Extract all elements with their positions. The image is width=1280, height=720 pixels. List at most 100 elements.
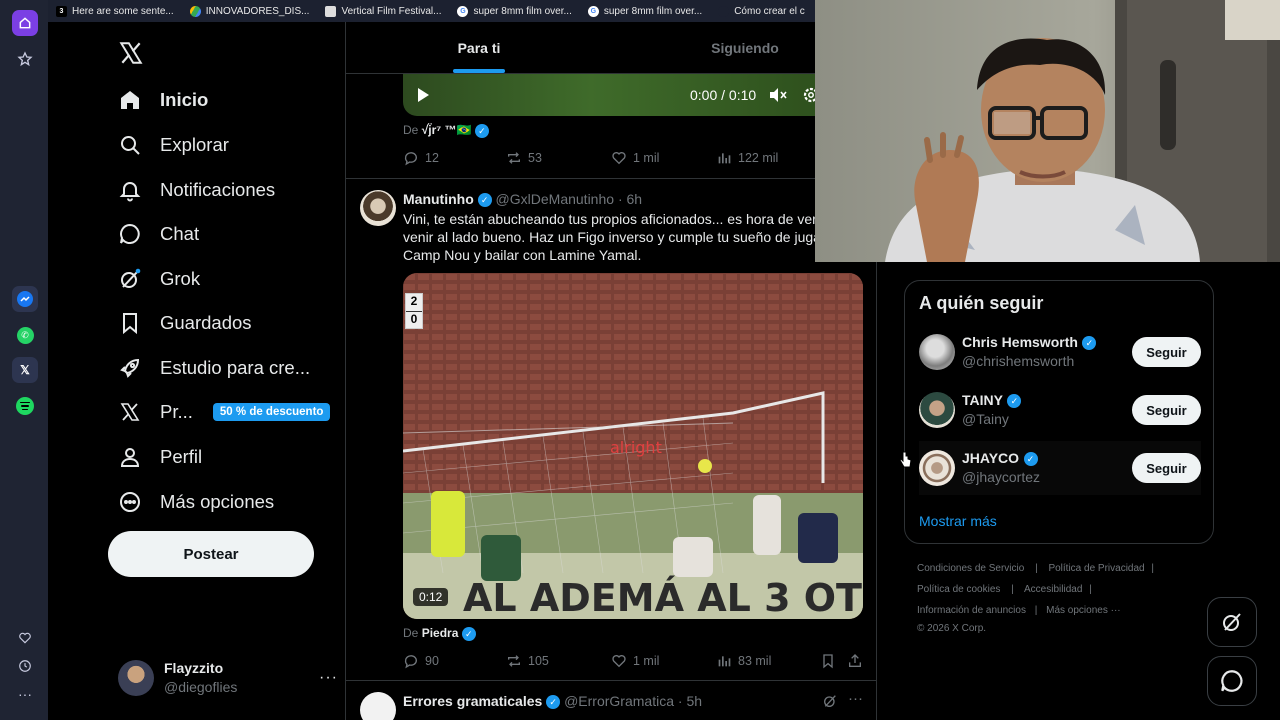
follow-button[interactable]: Seguir: [1132, 453, 1201, 483]
views-button[interactable]: 122 mil: [716, 150, 778, 166]
avatar[interactable]: [360, 190, 396, 226]
nav-item-estudio[interactable]: Estudio para cre...: [118, 353, 310, 383]
follow-button[interactable]: Seguir: [1132, 395, 1201, 425]
nav-item-chat[interactable]: Chat: [118, 219, 199, 249]
bookmark-icon[interactable]: [820, 653, 836, 669]
heart-icon: [612, 655, 626, 668]
post-text-line: Camp Nou y bailar con Lamine Yamal.: [403, 247, 642, 263]
show-more-link[interactable]: Mostrar más: [919, 513, 997, 529]
browser-tab[interactable]: Vertical Film Festival...: [317, 0, 449, 22]
post-actions: 90 105 1 mil 83 mil: [403, 653, 863, 669]
author-handle[interactable]: @ErrorGramatica: [564, 693, 674, 709]
footer-link[interactable]: Política de cookies: [917, 584, 1000, 595]
footer-link[interactable]: Información de anuncios: [917, 605, 1026, 616]
copyright: © 2026 X Corp.: [917, 623, 987, 634]
reply-button[interactable]: 90: [403, 653, 439, 669]
chat-icon: [120, 223, 140, 244]
like-button[interactable]: 1 mil: [611, 653, 659, 669]
post-video-player[interactable]: 0:00 / 0:10: [403, 74, 873, 116]
avatar[interactable]: [360, 692, 396, 720]
post-time[interactable]: · 5h: [678, 693, 702, 709]
tab-label: Siguiendo: [711, 39, 779, 56]
footer-link[interactable]: Accesibilidad: [1024, 584, 1082, 595]
footer-link[interactable]: Condiciones de Servicio: [917, 563, 1024, 574]
avatar: [919, 334, 955, 370]
suggestion-item[interactable]: JHAYCO ✓ @jhaycortez Seguir: [919, 441, 1201, 495]
repost-button[interactable]: 53: [506, 150, 542, 166]
nav-item-inicio[interactable]: Inicio: [118, 85, 208, 115]
like-button[interactable]: 1 mil: [611, 150, 659, 166]
verified-badge-icon: ✓: [1082, 335, 1097, 350]
verified-badge-icon: ✓: [461, 626, 476, 641]
browser-sidebar: ✆ 𝕏 ···: [0, 0, 48, 720]
views-button[interactable]: 83 mil: [716, 653, 771, 669]
post-time[interactable]: · 6h: [618, 191, 642, 207]
suggestion-item[interactable]: Chris Hemsworth ✓ @chrishemsworth Seguir: [919, 325, 1201, 379]
view-count: 122 mil: [738, 151, 779, 165]
browser-tab[interactable]: Gsuper 8mm film over...: [449, 0, 579, 22]
account-switcher[interactable]: Flayzzito @diegoflies ···: [118, 658, 338, 698]
clock-icon[interactable]: [12, 653, 38, 679]
footer-row: Condiciones de Servicio | Política de Pr…: [917, 563, 1155, 574]
suggestion-name: JHAYCO: [962, 450, 1020, 466]
home-icon[interactable]: [12, 10, 38, 36]
author-handle[interactable]: @GxlDeManutinho: [496, 191, 615, 207]
post-button[interactable]: Postear: [108, 531, 314, 577]
nav-item-guardados[interactable]: Guardados: [118, 308, 252, 338]
browser-tab[interactable]: INNOVADORES_DIS...: [182, 0, 318, 22]
grok-fab[interactable]: [1207, 597, 1257, 647]
post-text-line: venir al lado bueno. Haz un Figo inverso…: [403, 229, 838, 245]
whatsapp-icon[interactable]: ✆: [12, 322, 38, 348]
suggestion-handle: @Tainy: [962, 411, 1009, 427]
nav-item-perfil[interactable]: Perfil: [118, 442, 202, 472]
browser-tab[interactable]: Cómo crear el c: [710, 0, 813, 22]
more-icon[interactable]: ···: [12, 681, 38, 707]
x-icon[interactable]: 𝕏: [12, 357, 38, 383]
timeline-tabs: Para ti Siguiendo: [346, 22, 876, 74]
nav-label: Estudio para cre...: [160, 357, 311, 378]
heart-icon[interactable]: [12, 625, 38, 651]
follow-button[interactable]: Seguir: [1132, 337, 1201, 367]
source-name[interactable]: √j̈r⁷ ™🇧🇷: [422, 123, 472, 137]
footer-link[interactable]: Más opciones ···: [1046, 605, 1120, 616]
post-video[interactable]: alright AL ADEMÁ AL 3 OTE. 2 0 0:12: [403, 273, 863, 619]
play-icon[interactable]: [415, 87, 431, 103]
author-name[interactable]: Manutinho: [403, 191, 474, 207]
browser-tab[interactable]: 3 Here are some sente...: [48, 0, 182, 22]
browser-tab-bar: 3 Here are some sente... INNOVADORES_DIS.…: [48, 0, 815, 22]
messages-fab[interactable]: [1207, 656, 1257, 706]
nav-item-premium[interactable]: Pr... 50 % de descuento: [118, 397, 331, 427]
x-logo-icon[interactable]: [118, 40, 144, 73]
tab-label: INNOVADORES_DIS...: [205, 5, 310, 17]
author-name[interactable]: Errores gramaticales: [403, 693, 542, 709]
share-icon[interactable]: [847, 653, 863, 669]
cursor-icon: [899, 451, 912, 468]
nav-item-explorar[interactable]: Explorar: [118, 130, 229, 160]
more-icon[interactable]: ···: [319, 669, 338, 687]
star-icon[interactable]: [12, 46, 38, 72]
score-bottom: 0: [406, 311, 422, 328]
tab-para-ti[interactable]: Para ti: [346, 22, 612, 73]
tab-label: Vertical Film Festival...: [341, 5, 442, 17]
mute-icon[interactable]: [769, 87, 787, 103]
footer-row: Política de cookies | Accesibilidad |: [917, 584, 1092, 595]
messenger-icon[interactable]: [12, 286, 38, 312]
more-icon[interactable]: ···: [848, 690, 863, 707]
source-name[interactable]: Piedra: [422, 626, 459, 640]
nav-label: Notificaciones: [160, 179, 276, 200]
x-premium-icon: [120, 403, 140, 421]
nav-item-notificaciones[interactable]: Notificaciones: [118, 175, 275, 205]
reply-button[interactable]: 12: [403, 150, 439, 166]
score-top: 2: [406, 294, 422, 311]
grok-icon[interactable]: [822, 693, 838, 709]
nav-item-grok[interactable]: Grok: [118, 264, 200, 294]
repost-button[interactable]: 105: [506, 653, 549, 669]
home-timeline: Para ti Siguiendo 0:00 / 0:10 De √j̈r⁷ ™…: [345, 22, 877, 720]
footer-link[interactable]: Política de Privacidad: [1048, 563, 1144, 574]
spotify-icon[interactable]: [12, 393, 38, 419]
browser-tab[interactable]: Gsuper 8mm film over...: [580, 0, 710, 22]
suggestion-item[interactable]: TAINY ✓ @Tainy Seguir: [919, 383, 1201, 437]
post-actions: 12 53 1 mil 122 mil: [403, 150, 833, 166]
nav-item-mas-opciones[interactable]: Más opciones: [118, 487, 274, 517]
bookmark-icon: [123, 313, 137, 335]
